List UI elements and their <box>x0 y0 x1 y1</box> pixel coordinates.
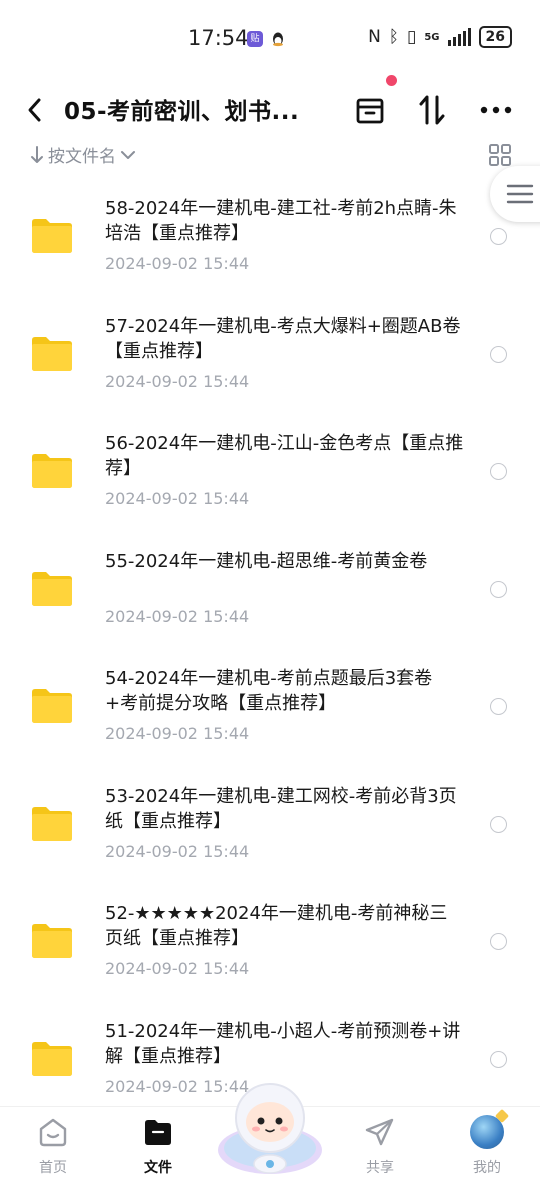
folder-icon <box>32 336 72 371</box>
select-radio[interactable] <box>490 345 507 363</box>
folder-icon <box>32 806 72 841</box>
file-date: 2024-09-02 15:44 <box>105 489 250 508</box>
folder-icon <box>32 1041 72 1076</box>
back-button[interactable] <box>22 90 48 130</box>
select-radio[interactable] <box>490 228 507 245</box>
nav-mine-label: 我的 <box>473 1160 501 1176</box>
status-bar: 17:54 贴 N ᛒ ▯ 5G 26 <box>0 0 540 80</box>
file-name: 55-2024年一建机电-超思维-考前黄金卷 <box>105 550 428 572</box>
bluetooth-icon: ᛒ <box>388 27 399 47</box>
file-date: 2024-09-02 15:44 <box>105 606 250 626</box>
app-notification-icon: 贴 <box>247 31 263 47</box>
file-date: 2024-09-02 15:44 <box>105 959 250 978</box>
select-radio[interactable] <box>490 815 507 833</box>
sort-label: 按文件名 <box>48 147 116 167</box>
files-icon <box>145 1120 171 1145</box>
nav-home-label: 首页 <box>39 1160 67 1176</box>
notification-dot <box>386 75 397 86</box>
grid-icon <box>489 144 511 166</box>
more-dots-icon <box>480 106 512 114</box>
battery-indicator: 26 <box>478 26 512 48</box>
select-radio[interactable] <box>490 463 507 480</box>
folder-icon <box>32 924 72 958</box>
file-name: 56-2024年一建机电-江山-金色考点【重点推荐】 <box>105 433 464 479</box>
sort-arrows-icon <box>419 95 445 125</box>
folder-icon <box>32 689 72 723</box>
file-row[interactable]: 56-2024年一建机电-江山-金色考点【重点推荐】 2024-09-02 15… <box>0 425 540 543</box>
folder-icon <box>32 219 72 253</box>
file-date: 2024-09-02 15:44 <box>105 371 250 391</box>
folder-icon <box>32 454 72 488</box>
nav-files-label: 文件 <box>144 1160 172 1176</box>
mascot-assistant-button[interactable] <box>216 1078 324 1178</box>
share-plane-icon <box>365 1118 394 1146</box>
page-title: 05-考前密训、划书... <box>64 99 300 125</box>
select-radio[interactable] <box>490 698 507 715</box>
qq-penguin-icon <box>270 31 286 47</box>
file-name: 52-★★★★★2024年一建机电-考前神秘三页纸【重点推荐】 <box>105 903 448 949</box>
nav-files[interactable]: 文件 <box>123 1115 193 1177</box>
file-date: 2024-09-02 15:44 <box>105 724 250 743</box>
file-row[interactable]: 52-★★★★★2024年一建机电-考前神秘三页纸【重点推荐】 2024-09-… <box>0 895 540 1013</box>
sort-button[interactable] <box>410 88 454 132</box>
file-row[interactable]: 58-2024年一建机电-建工社-考前2h点睛-朱培浩【重点推荐】 2024-0… <box>0 190 540 308</box>
more-button[interactable] <box>474 88 518 132</box>
file-name: 58-2024年一建机电-建工社-考前2h点睛-朱培浩【重点推荐】 <box>105 198 457 244</box>
file-list: 58-2024年一建机电-建工社-考前2h点睛-朱培浩【重点推荐】 2024-0… <box>0 190 540 1130</box>
file-row[interactable]: 55-2024年一建机电-超思维-考前黄金卷 2024-09-02 15:44 <box>0 543 540 661</box>
header-bar: 05-考前密训、划书... <box>0 80 540 140</box>
select-radio[interactable] <box>490 1050 507 1068</box>
status-time: 17:54 <box>188 26 249 50</box>
status-indicators: N ᛒ ▯ 5G 26 <box>368 26 512 48</box>
folder-icon <box>32 571 72 606</box>
sort-by-name-toggle[interactable]: 按文件名 <box>30 142 136 167</box>
file-name: 53-2024年一建机电-建工网校-考前必背3页纸【重点推荐】 <box>105 785 457 832</box>
chevron-down-icon <box>121 150 135 159</box>
avatar <box>470 1115 504 1149</box>
file-row[interactable]: 54-2024年一建机电-考前点题最后3套卷+考前提分攻略【重点推荐】 2024… <box>0 660 540 778</box>
nav-share-label: 共享 <box>366 1160 394 1176</box>
file-name: 51-2024年一建机电-小超人-考前预测卷+讲解【重点推荐】 <box>105 1020 461 1067</box>
file-row[interactable]: 57-2024年一建机电-考点大爆料+圈题AB卷【重点推荐】 2024-09-0… <box>0 308 540 426</box>
nav-mine[interactable]: 我的 <box>452 1115 522 1177</box>
file-name: 57-2024年一建机电-考点大爆料+圈题AB卷【重点推荐】 <box>105 315 461 362</box>
file-date: 2024-09-02 15:44 <box>105 841 250 861</box>
nav-share[interactable]: 共享 <box>345 1115 415 1177</box>
select-radio[interactable] <box>490 580 507 598</box>
chevron-left-icon <box>28 98 41 122</box>
nfc-icon: N <box>368 27 381 47</box>
signal-icon <box>447 28 471 46</box>
network-type: 5G <box>424 31 440 43</box>
inbox-icon <box>356 98 384 124</box>
transfer-box-button[interactable] <box>348 88 392 132</box>
file-date: 2024-09-02 15:44 <box>105 254 250 273</box>
home-icon <box>39 1118 67 1147</box>
nav-home[interactable]: 首页 <box>18 1115 88 1177</box>
astronaut-mascot-icon <box>218 1083 322 1174</box>
select-radio[interactable] <box>490 933 507 950</box>
file-name: 54-2024年一建机电-考前点题最后3套卷+考前提分攻略【重点推荐】 <box>105 668 433 714</box>
file-row[interactable]: 53-2024年一建机电-建工网校-考前必背3页纸【重点推荐】 2024-09-… <box>0 778 540 896</box>
arrow-down-icon <box>31 145 43 163</box>
sort-bar: 按文件名 <box>0 140 540 170</box>
vibrate-icon: ▯ <box>406 27 417 47</box>
